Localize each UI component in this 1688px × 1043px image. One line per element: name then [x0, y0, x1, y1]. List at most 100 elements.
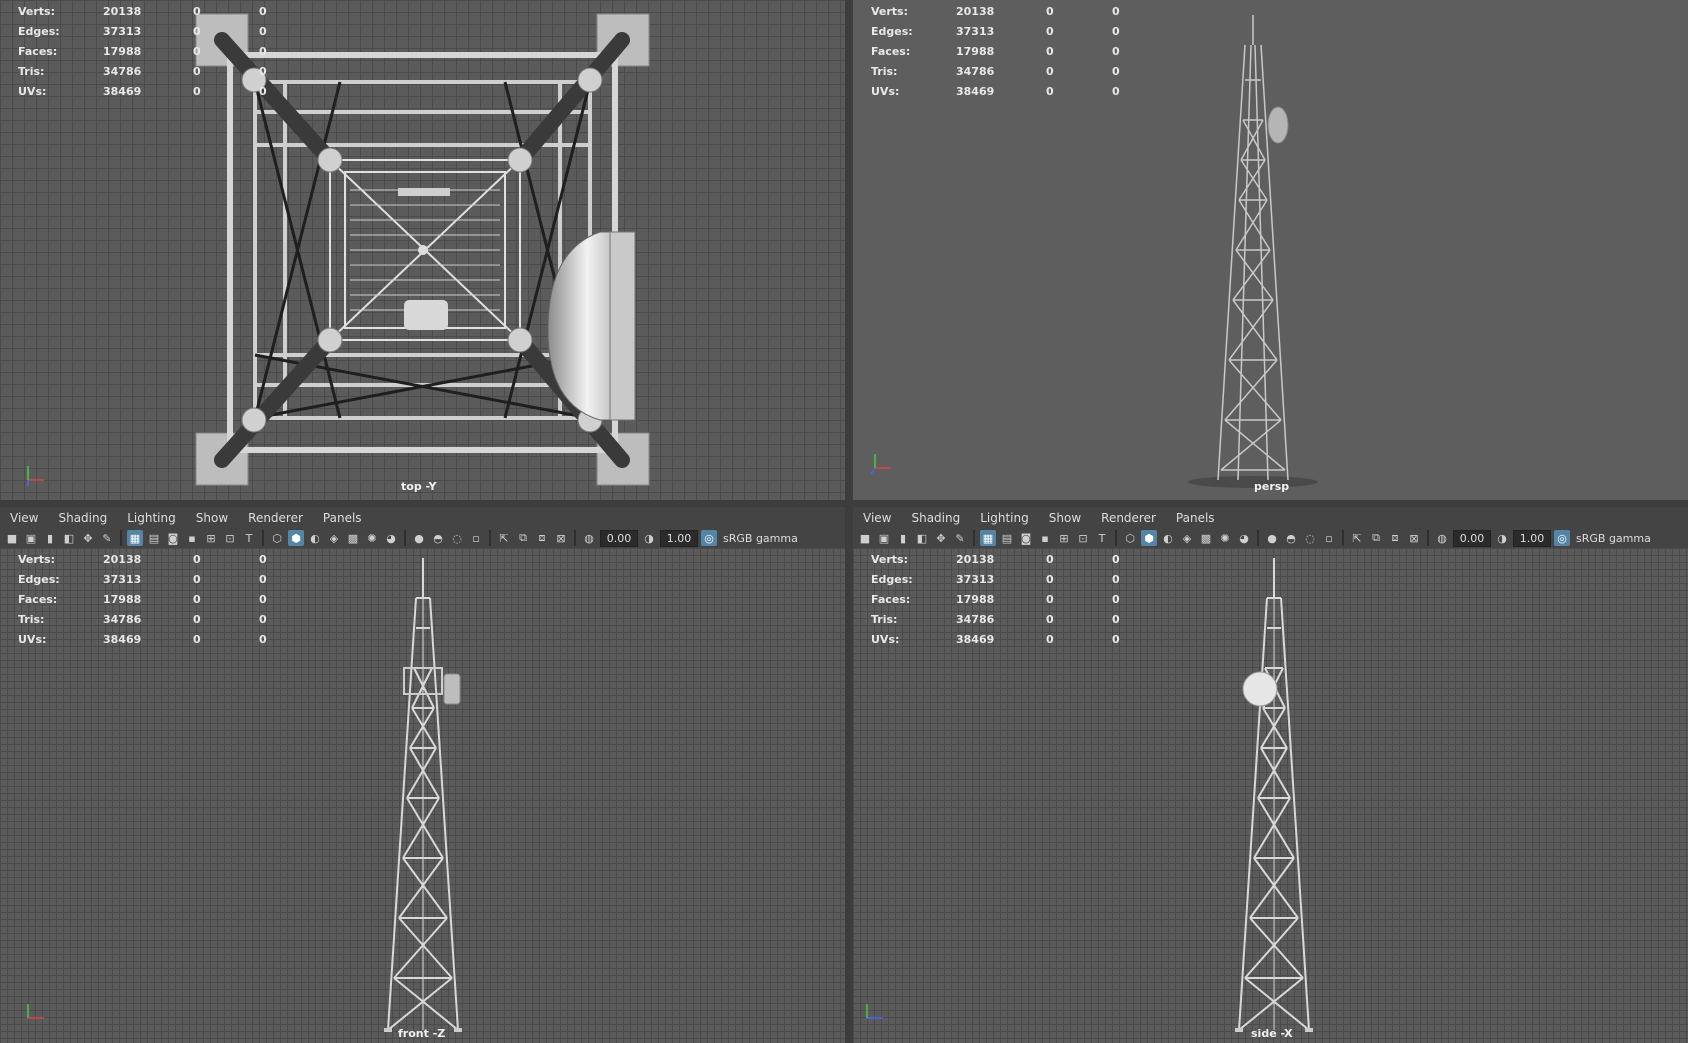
menu-lighting[interactable]: Lighting [117, 507, 186, 527]
menu-panels[interactable]: Panels [1166, 507, 1225, 527]
exposure-icon[interactable]: ◍ [1434, 530, 1450, 546]
safe-action-icon[interactable]: ⊡ [222, 530, 238, 546]
exposure-icon[interactable]: ◍ [581, 530, 597, 546]
film-gate-icon[interactable]: ▤ [999, 530, 1015, 546]
gamma-icon[interactable]: ◑ [1494, 530, 1510, 546]
viewport-divider-vertical[interactable] [845, 0, 853, 1043]
exposure-field[interactable]: 0.00 [1453, 529, 1491, 547]
safe-title-icon[interactable]: T [1094, 530, 1110, 546]
toolbar-separator [262, 530, 264, 546]
xray-joints-icon[interactable]: ⊠ [553, 530, 569, 546]
light-icon[interactable]: ✺ [364, 530, 380, 546]
color-space-label[interactable]: sRGB gamma [720, 532, 798, 545]
viewport-label: front -Z [398, 1027, 446, 1040]
image-plane-icon[interactable]: ◧ [61, 530, 77, 546]
toolbar-separator [574, 530, 576, 546]
anti-alias-icon[interactable]: ◌ [449, 530, 465, 546]
grid-icon[interactable]: ▦ [980, 530, 996, 546]
textured-icon[interactable]: ◈ [326, 530, 342, 546]
axis-gizmo-icon [866, 1004, 883, 1019]
menu-view[interactable]: View [853, 507, 901, 527]
color-space-label[interactable]: sRGB gamma [1573, 532, 1651, 545]
ambient-occlusion-icon[interactable]: ● [1264, 530, 1280, 546]
hud-stats: Verts: 20138 0 0 Edges: 37313 0 0 Faces: 17988 0… [18, 5, 267, 98]
textured-icon[interactable]: ◈ [1179, 530, 1195, 546]
viewport-persp[interactable]: Verts: 20138 0 0 Edges: 37313 0 0 Faces: 17988 0… [853, 0, 1688, 500]
shadows-icon[interactable]: ◕ [383, 530, 399, 546]
viewport-label: side -X [1251, 1027, 1293, 1040]
wireframe-icon[interactable]: ⬡ [1122, 530, 1138, 546]
safe-action-icon[interactable]: ⊡ [1075, 530, 1091, 546]
panel-toolbar-front: View Shading Lighting Show Renderer Pane… [0, 506, 845, 549]
film-gate-icon[interactable]: ▤ [146, 530, 162, 546]
panel-menu-bar: View Shading Lighting Show Renderer Pane… [853, 507, 1225, 527]
wireframe-icon[interactable]: ⬡ [269, 530, 285, 546]
camera-icon[interactable]: ■ [857, 530, 873, 546]
resolution-gate-icon[interactable]: ◙ [165, 530, 181, 546]
menu-renderer[interactable]: Renderer [238, 507, 313, 527]
image-plane-icon[interactable]: ◧ [914, 530, 930, 546]
xray-active-icon[interactable]: ⧈ [1387, 530, 1403, 546]
gamma-field[interactable]: 1.00 [1513, 529, 1551, 547]
resolution-gate-icon[interactable]: ◙ [1018, 530, 1034, 546]
xray-joints-icon[interactable]: ⊠ [1406, 530, 1422, 546]
menu-renderer[interactable]: Renderer [1091, 507, 1166, 527]
menu-shading[interactable]: Shading [48, 507, 117, 527]
menu-view[interactable]: View [0, 507, 48, 527]
safe-title-icon[interactable]: T [241, 530, 257, 546]
gamma-icon[interactable]: ◑ [641, 530, 657, 546]
isolate-icon[interactable]: ⇱ [1349, 530, 1365, 546]
menu-panels[interactable]: Panels [313, 507, 372, 527]
field-chart-icon[interactable]: ⊞ [1056, 530, 1072, 546]
gate-mask-icon[interactable]: ▪ [184, 530, 200, 546]
shadows-icon[interactable]: ◕ [1236, 530, 1252, 546]
color-management-icon[interactable]: ◎ [701, 530, 717, 546]
isolate-icon[interactable]: ⇱ [496, 530, 512, 546]
bookmark-icon[interactable]: ▮ [42, 530, 58, 546]
axis-gizmo-icon [27, 466, 44, 486]
grid-icon[interactable]: ▦ [127, 530, 143, 546]
ambient-occlusion-icon[interactable]: ● [411, 530, 427, 546]
camera-attr-icon[interactable]: ▣ [876, 530, 892, 546]
checker-icon[interactable]: ▩ [345, 530, 361, 546]
viewport-side[interactable]: Verts: 20138 0 0 Edges: 37313 0 0 Faces: 17988 0… [853, 548, 1688, 1043]
motion-blur-icon[interactable]: ◓ [1283, 530, 1299, 546]
checker-icon[interactable]: ▩ [1198, 530, 1214, 546]
xray-icon[interactable]: ⧉ [1368, 530, 1384, 546]
gamma-field[interactable]: 1.00 [660, 529, 698, 547]
depth-of-field-icon[interactable]: ▫ [1321, 530, 1337, 546]
hud-stats: Verts: 20138 0 0 Edges: 37313 0 0 Faces: 17988 0… [871, 553, 1120, 646]
light-icon[interactable]: ✺ [1217, 530, 1233, 546]
menu-shading[interactable]: Shading [901, 507, 970, 527]
anti-alias-icon[interactable]: ◌ [1302, 530, 1318, 546]
viewport-front[interactable]: Verts: 20138 0 0 Edges: 37313 0 0 Faces: 17988 0… [0, 548, 845, 1043]
menu-show[interactable]: Show [186, 507, 238, 527]
gate-mask-icon[interactable]: ▪ [1037, 530, 1053, 546]
pan-zoom-icon[interactable]: ✥ [933, 530, 949, 546]
grease-pencil-icon[interactable]: ✎ [99, 530, 115, 546]
grease-pencil-icon[interactable]: ✎ [952, 530, 968, 546]
xray-icon[interactable]: ⧉ [515, 530, 531, 546]
menu-show[interactable]: Show [1039, 507, 1091, 527]
default-material-icon[interactable]: ◐ [307, 530, 323, 546]
toolbar-separator [489, 530, 491, 546]
bookmark-icon[interactable]: ▮ [895, 530, 911, 546]
toolbar-separator [1427, 530, 1429, 546]
camera-icon[interactable]: ■ [4, 530, 20, 546]
toolbar-separator [973, 530, 975, 546]
default-material-icon[interactable]: ◐ [1160, 530, 1176, 546]
smooth-shade-icon[interactable]: ⬢ [288, 530, 304, 546]
color-management-icon[interactable]: ◎ [1554, 530, 1570, 546]
depth-of-field-icon[interactable]: ▫ [468, 530, 484, 546]
menu-lighting[interactable]: Lighting [970, 507, 1039, 527]
smooth-shade-icon[interactable]: ⬢ [1141, 530, 1157, 546]
viewport-top[interactable]: Verts: 20138 0 0 Edges: 37313 0 0 Faces: 17988 0… [0, 0, 845, 500]
motion-blur-icon[interactable]: ◓ [430, 530, 446, 546]
xray-active-icon[interactable]: ⧈ [534, 530, 550, 546]
panel-toolbar-side: View Shading Lighting Show Renderer Pane… [853, 506, 1688, 549]
pan-zoom-icon[interactable]: ✥ [80, 530, 96, 546]
camera-attr-icon[interactable]: ▣ [23, 530, 39, 546]
panel-icon-toolbar: ■ ▣ ▮ ◧ ✥ ✎ ▦ ▤ ◙ ▪ ⊞ ⊡ T ⬡ ⬢ ◐ ◈ ▩ ✺ ◕ … [857, 528, 1651, 548]
field-chart-icon[interactable]: ⊞ [203, 530, 219, 546]
exposure-field[interactable]: 0.00 [600, 529, 638, 547]
